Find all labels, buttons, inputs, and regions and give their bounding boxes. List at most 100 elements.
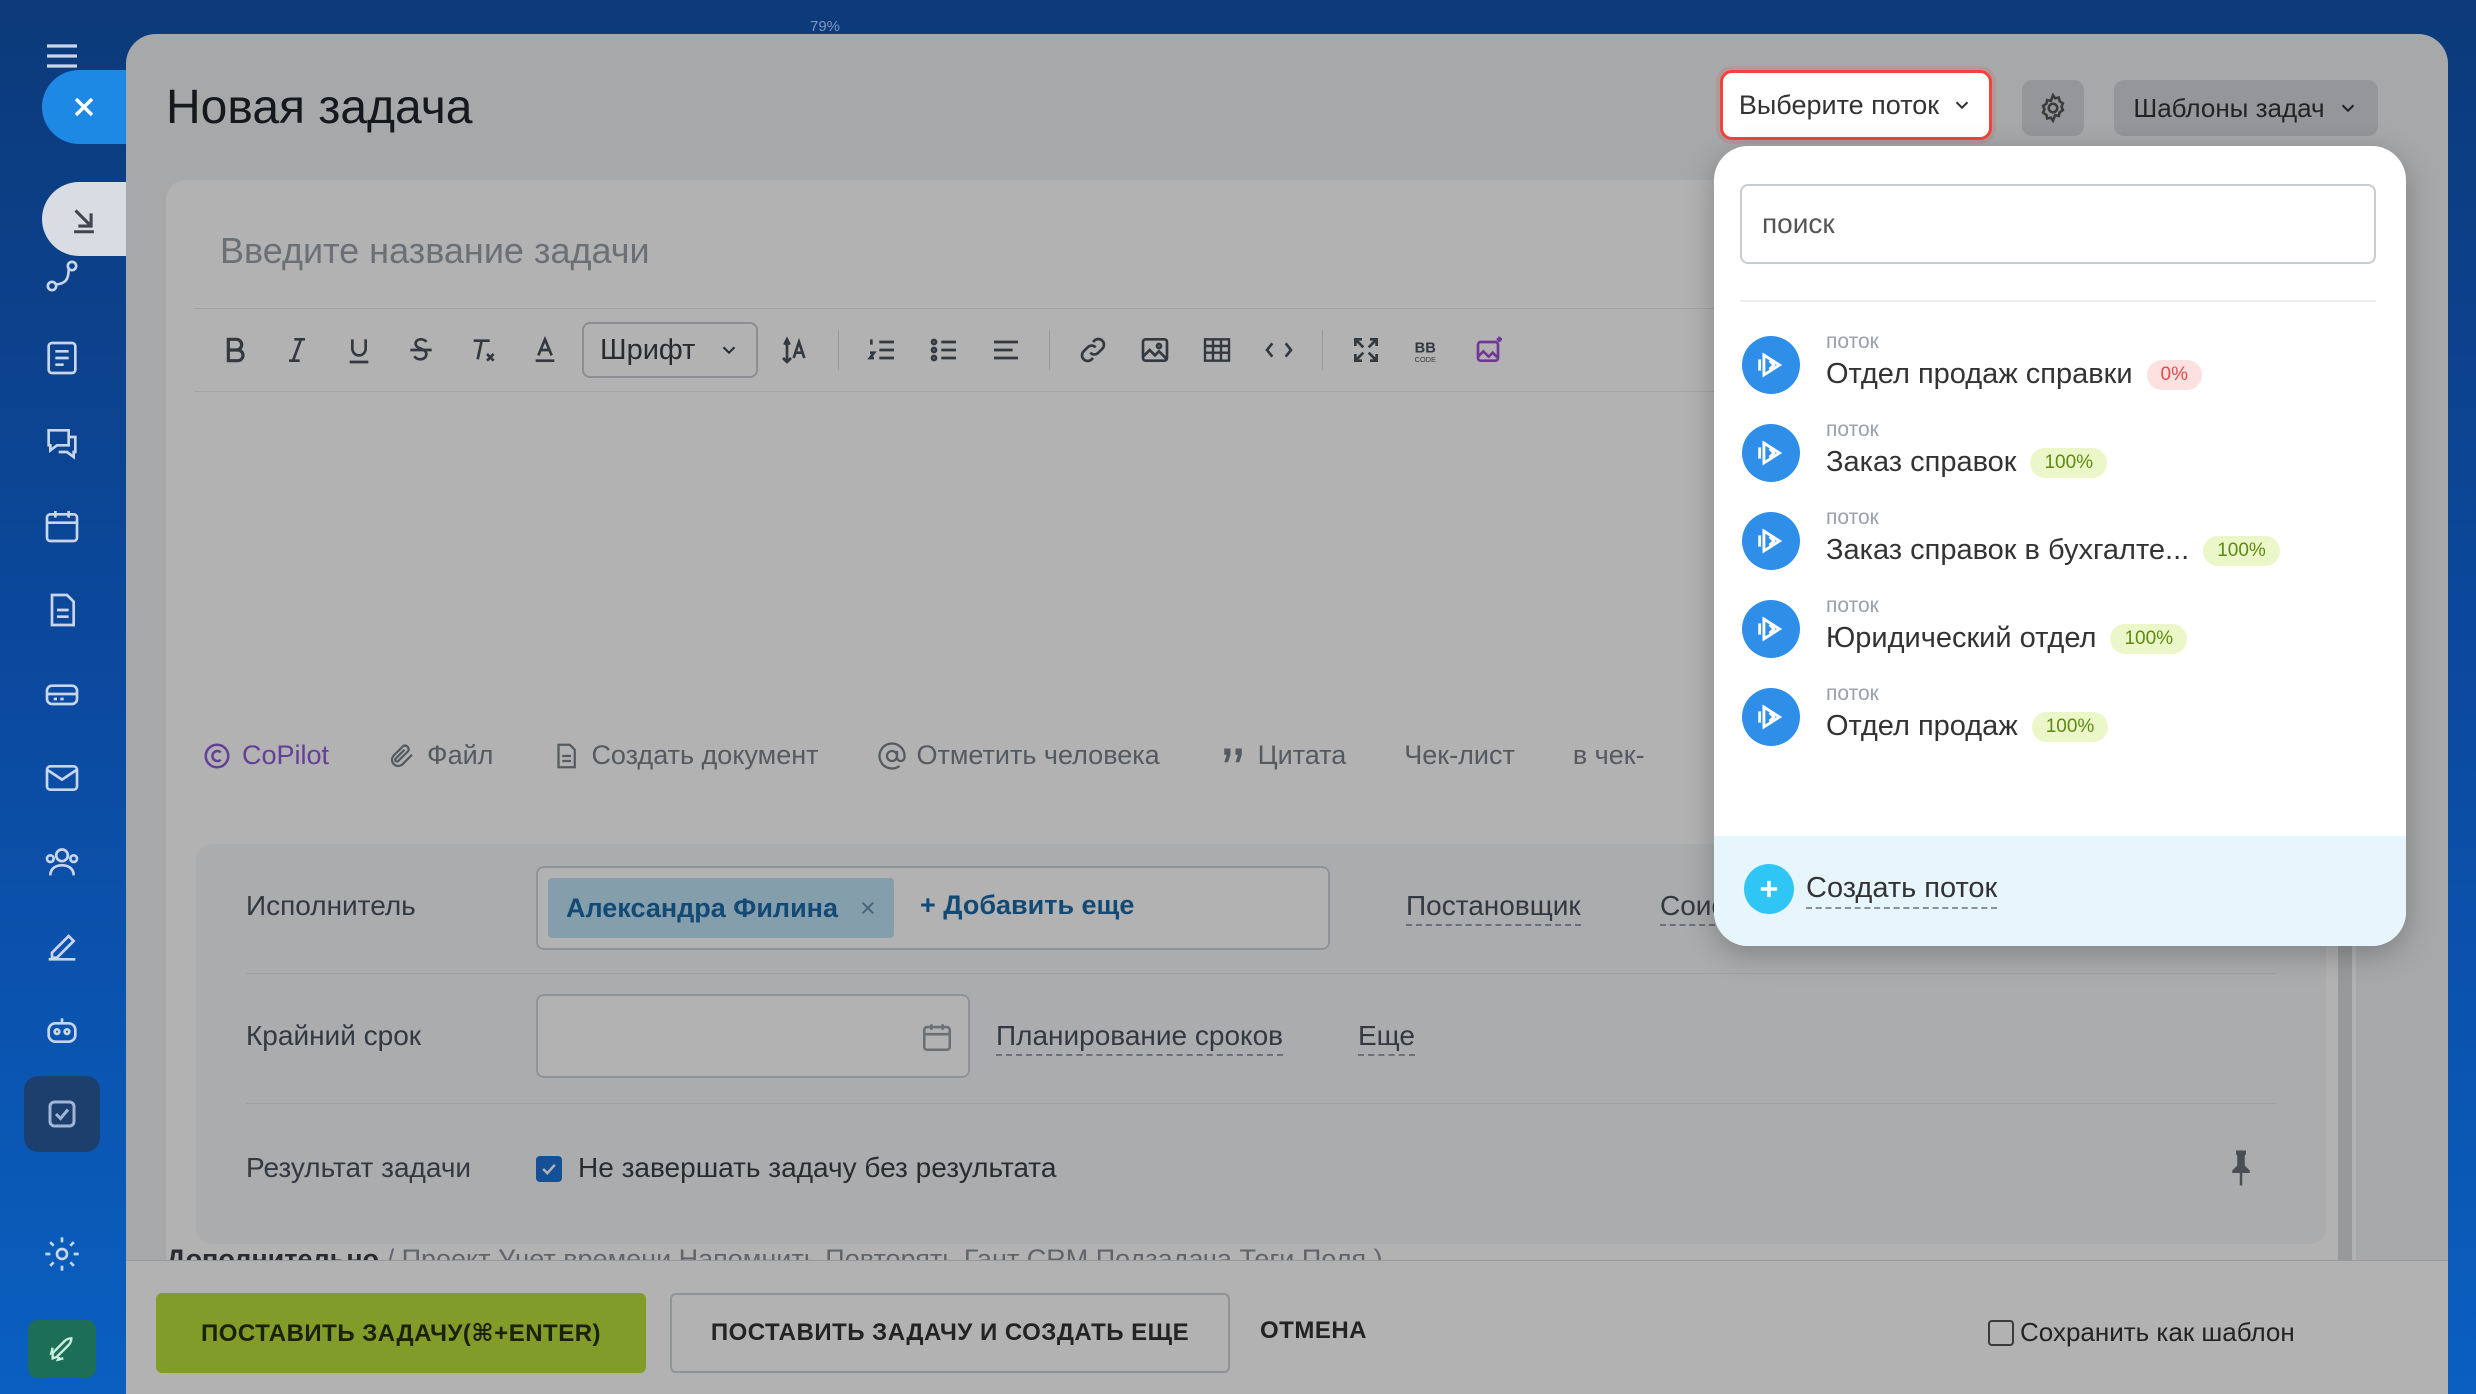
flow-name-row: Юридический отдел 100%: [1826, 622, 2188, 655]
task-templates-button[interactable]: Шаблоны задач: [2114, 80, 2378, 136]
in-checklist-label: в чек-: [1572, 740, 1645, 770]
flow-item[interactable]: поток Юридический отдел 100%: [1742, 590, 2382, 670]
drive-icon[interactable]: [36, 668, 88, 720]
copilot-button[interactable]: CoPilot: [202, 740, 329, 771]
save-as-template[interactable]: Сохранить как шаблон: [1988, 1317, 2295, 1348]
copilot-icon: [204, 743, 230, 768]
font-size-icon[interactable]: [764, 325, 826, 375]
submit-and-create-button[interactable]: ПОСТАВИТЬ ЗАДАЧУ И СОЗДАТЬ ЕЩЕ: [670, 1293, 1230, 1373]
tasks-nav-active[interactable]: [24, 1076, 100, 1152]
upgrade-rocket-button[interactable]: [28, 1320, 96, 1378]
flow-avatar: [1742, 424, 1800, 482]
link-icon[interactable]: [1062, 325, 1124, 375]
creator-link[interactable]: Постановщик: [1406, 890, 1581, 926]
chevron-down-icon: [1955, 101, 1969, 110]
calendar-icon: [922, 1024, 952, 1052]
chat-icon[interactable]: [36, 416, 88, 468]
create-document-label: Создать документ: [591, 740, 819, 770]
checklist-button[interactable]: Чек-лист: [1404, 740, 1515, 771]
pin-icon[interactable]: [2226, 1148, 2256, 1188]
flow-name-row: Заказ справок в бухгалте... 100%: [1826, 534, 2280, 567]
toolbar-divider: [838, 330, 839, 370]
numbered-list-icon[interactable]: [851, 325, 913, 375]
require-result-checkbox[interactable]: [536, 1156, 562, 1182]
select-flow-button[interactable]: Выберите поток: [1720, 70, 1992, 140]
code-snippet-icon[interactable]: [1248, 325, 1310, 375]
bold-icon[interactable]: [204, 325, 266, 375]
flow-item[interactable]: поток Отдел продаж справки 0%: [1742, 326, 2382, 406]
copilot-label: CoPilot: [242, 740, 330, 770]
create-flow-link[interactable]: Создать поток: [1806, 872, 1998, 909]
image-icon[interactable]: [1124, 325, 1186, 375]
assignee-field[interactable]: Александра Филина × + Добавить еще: [536, 866, 1330, 950]
sign-icon[interactable]: [36, 920, 88, 972]
deadline-row: Крайний срок Планирование сроков Еще: [246, 974, 2276, 1104]
close-slider-button[interactable]: [42, 70, 126, 144]
gear-icon: [2041, 92, 2065, 124]
require-result-label: Не завершать задачу без результата: [578, 1152, 1057, 1183]
clear-format-icon[interactable]: [452, 325, 514, 375]
mail-icon[interactable]: [36, 752, 88, 804]
save-template-label: Сохранить как шаблон: [2020, 1317, 2295, 1347]
page-title: Новая задача: [166, 81, 473, 134]
flow-avatar: [1742, 688, 1800, 746]
contacts-icon[interactable]: [36, 836, 88, 888]
fullscreen-icon[interactable]: [1335, 325, 1397, 375]
bbcode-icon[interactable]: BB CODE: [1397, 325, 1459, 375]
planning-link[interactable]: Планирование сроков: [996, 1020, 1284, 1056]
flow-item[interactable]: поток Заказ справок 100%: [1742, 414, 2382, 494]
file-button[interactable]: Файл: [387, 740, 493, 771]
robot-icon[interactable]: [36, 1004, 88, 1056]
flow-name: Заказ справок в бухгалте...: [1826, 534, 2190, 566]
flows-icon[interactable]: [36, 250, 88, 302]
save-template-checkbox[interactable]: [1988, 1319, 2014, 1346]
flow-name: Отдел продаж справки: [1826, 358, 2133, 390]
toolbar-divider: [1049, 330, 1050, 370]
flow-avatar: [1742, 600, 1800, 658]
strikethrough-icon[interactable]: [390, 325, 452, 375]
calendar-icon[interactable]: [36, 500, 88, 552]
font-select[interactable]: Шрифт: [582, 322, 758, 378]
zoom-level: 79%: [810, 18, 841, 35]
italic-icon[interactable]: [266, 325, 328, 375]
create-document-button[interactable]: Создать документ: [551, 740, 819, 771]
result-row: Результат задачи Не завершать задачу без…: [246, 1104, 2276, 1234]
quote-button[interactable]: Цитата: [1218, 740, 1346, 771]
settings-gear-icon[interactable]: [36, 1228, 88, 1280]
select-flow-label: Выберите поток: [1738, 89, 1940, 120]
task-settings-button[interactable]: [2022, 80, 2084, 136]
flow-efficiency-badge: 0%: [2146, 359, 2202, 390]
cancel-button[interactable]: ОТМЕНА: [1260, 1317, 1367, 1345]
ai-image-icon[interactable]: [1459, 325, 1521, 375]
plus-icon[interactable]: [1744, 864, 1794, 914]
deadline-input[interactable]: [536, 994, 970, 1078]
flow-kind: поток: [1826, 330, 1879, 353]
news-icon[interactable]: [36, 332, 88, 384]
submit-task-button[interactable]: ПОСТАВИТЬ ЗАДАЧУ(⌘+ENTER): [156, 1293, 646, 1373]
flow-efficiency-badge: 100%: [2110, 623, 2188, 654]
remove-assignee-icon[interactable]: ×: [860, 893, 876, 924]
documents-icon[interactable]: [36, 584, 88, 636]
flow-kind: поток: [1826, 594, 1879, 617]
minimize-arrow-icon: [74, 209, 94, 234]
flow-item[interactable]: поток Заказ справок в бухгалте... 100%: [1742, 502, 2382, 582]
task-title-input[interactable]: Введите название задачи: [220, 230, 650, 272]
bullet-list-icon[interactable]: [913, 325, 975, 375]
add-assignee-button[interactable]: + Добавить еще: [920, 890, 1134, 921]
collapse-slider-button[interactable]: [42, 182, 126, 256]
flow-play-icon: [1758, 528, 1783, 554]
flow-name: Юридический отдел: [1826, 622, 2097, 654]
flow-search-input[interactable]: [1740, 184, 2376, 264]
text-color-icon[interactable]: [514, 325, 576, 375]
align-left-icon[interactable]: [975, 325, 1037, 375]
more-link[interactable]: Еще: [1358, 1020, 1415, 1056]
in-checklist-button[interactable]: в чек-: [1573, 740, 1645, 771]
flow-item[interactable]: поток Отдел продаж 100%: [1742, 678, 2382, 758]
assignee-name: Александра Филина: [566, 892, 839, 923]
underline-icon[interactable]: [328, 325, 390, 375]
assignee-chip[interactable]: Александра Филина ×: [548, 878, 894, 938]
mention-button[interactable]: Отметить человека: [877, 740, 1160, 771]
at-sign-icon: [877, 741, 906, 770]
table-icon[interactable]: [1186, 325, 1248, 375]
document-icon: [557, 743, 577, 768]
